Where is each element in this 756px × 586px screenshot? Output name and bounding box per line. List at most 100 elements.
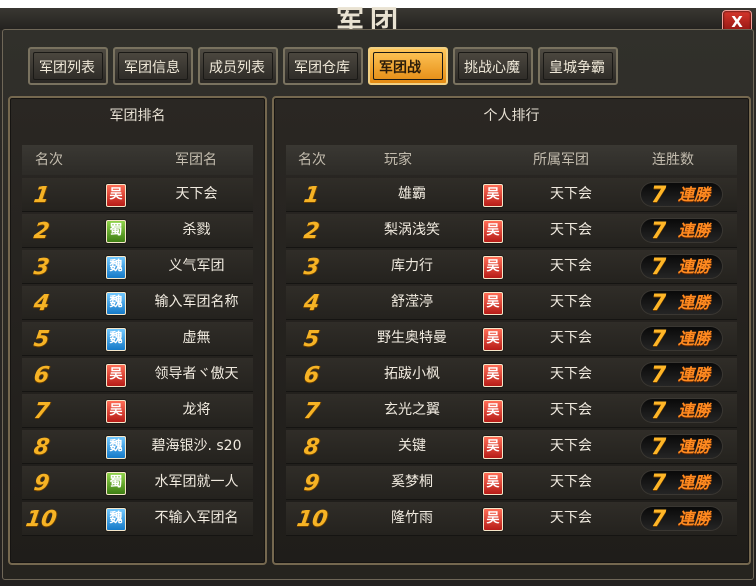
guild-ranking-row[interactable]: 3 魏 义气军团 [22,250,253,283]
personal-rank-number: 7 [302,399,321,424]
guild-name: 天下会 [175,186,218,202]
guild-name: 天下会 [550,474,592,490]
personal-ranking-header: 名次 玩家 所属军团 连胜数 [286,145,737,175]
guild-name: 天下会 [550,222,592,238]
guild-rank-number: 7 [32,399,51,424]
player-name: 梨涡浅笑 [384,222,440,238]
player-name: 玄光之翼 [384,402,440,418]
personal-ranking-row[interactable]: 2 梨涡浅笑 吴 天下会 7 連勝 [286,214,737,247]
faction-badge: 蜀 [106,220,126,243]
win-streak-label: 連勝 [678,329,711,348]
tab-guild-list[interactable]: 军团列表 [28,47,108,85]
faction-badge: 吴 [106,184,126,207]
faction-badge: 吴 [483,184,503,207]
win-streak-label: 連勝 [678,437,711,456]
guild-name: 天下会 [550,510,592,526]
guild-name: 领导者ヾ傲天 [154,366,239,382]
personal-ranking-row[interactable]: 8 关键 吴 天下会 7 連勝 [286,430,737,463]
guild-name: 不输入军团名 [154,510,239,526]
win-streak-label: 連勝 [678,185,711,204]
personal-ranking-title: 个人排行 [483,108,540,124]
faction-badge: 蜀 [106,472,126,495]
tab-challenge-demon[interactable]: 挑战心魔 [453,47,533,85]
personal-rank-number: 3 [302,255,321,280]
guild-name: 义气军团 [168,258,225,274]
faction-badge: 吴 [483,508,503,531]
guild-ranking-row[interactable]: 6 吴 领导者ヾ傲天 [22,358,253,391]
guild-ranking-row[interactable]: 2 蜀 杀戮 [22,214,253,247]
faction-badge: 吴 [483,328,503,351]
faction-badge: 吴 [483,292,503,315]
win-streak-label: 連勝 [678,473,711,492]
faction-badge: 吴 [483,220,503,243]
streak-column-header: 连胜数 [652,152,694,168]
faction-badge: 吴 [106,364,126,387]
guild-rank-number: 2 [32,219,51,244]
guild-ranking-row[interactable]: 8 魏 碧海银沙. s20 [22,430,253,463]
win-streak-count: 7 [651,291,667,316]
personal-ranking-row[interactable]: 7 玄光之翼 吴 天下会 7 連勝 [286,394,737,427]
guild-name: 天下会 [550,186,592,202]
guild-rank-number: 5 [32,327,51,352]
faction-badge: 魏 [106,436,126,459]
win-streak-count: 7 [651,399,667,424]
guild-name: 天下会 [550,330,592,346]
guild-name: 天下会 [550,402,592,418]
guild-rank-number: 3 [32,255,51,280]
guild-rank-column-header: 名次 [35,152,63,168]
personal-ranking-row[interactable]: 9 奚梦桐 吴 天下会 7 連勝 [286,466,737,499]
win-streak-count: 7 [651,435,667,460]
guild-rank-number: 4 [32,291,51,316]
guild-name: 龙将 [182,402,211,418]
guild-ranking-row[interactable]: 10 魏 不输入军团名 [22,502,253,535]
player-column-header: 玩家 [384,152,412,168]
guild-name: 天下会 [550,366,592,382]
tab-guild-war[interactable]: 军团战 [368,47,448,85]
faction-badge: 吴 [483,472,503,495]
personal-ranking-row[interactable]: 3 库力行 吴 天下会 7 連勝 [286,250,737,283]
player-name: 库力行 [391,258,433,274]
win-streak-label: 連勝 [678,257,711,276]
guild-name: 天下会 [550,294,592,310]
win-streak-count: 7 [651,507,667,532]
tab-imperial-contest[interactable]: 皇城争霸 [538,47,618,85]
faction-badge: 吴 [483,436,503,459]
personal-rank-number: 4 [302,291,321,316]
player-name: 雄霸 [398,186,426,202]
personal-ranking-row[interactable]: 10 隆竹雨 吴 天下会 7 連勝 [286,502,737,535]
personal-ranking-row[interactable]: 5 野生奥特曼 吴 天下会 7 連勝 [286,322,737,355]
guild-ranking-panel: 军团排名 名次 军团名 1 吴天下会 2 蜀杀戮 3 魏义气军团 4 魏输入军团名称 5 魏虚無 6… [8,96,267,565]
win-streak-label: 連勝 [678,293,711,312]
guild-name: 水军团就一人 [154,474,239,490]
guild-ranking-row[interactable]: 9 蜀 水军团就一人 [22,466,253,499]
guild-ranking-row[interactable]: 4 魏 输入军团名称 [22,286,253,319]
personal-rank-column-header: 名次 [298,152,326,168]
faction-badge: 吴 [483,400,503,423]
guild-rank-number: 9 [32,471,51,496]
win-streak-count: 7 [651,183,667,208]
guild-rank-number: 1 [32,183,51,208]
personal-ranking-row[interactable]: 4 舒滢渟 吴 天下会 7 連勝 [286,286,737,319]
win-streak-label: 連勝 [678,401,711,420]
guild-ranking-row[interactable]: 1 吴 天下会 [22,178,253,211]
guild-name: 杀戮 [182,222,211,238]
guild-rank-number: 10 [24,507,59,532]
tab-guild-info[interactable]: 军团信息 [113,47,193,85]
guild-name: 天下会 [550,258,592,274]
win-streak-count: 7 [651,471,667,496]
faction-badge: 魏 [106,292,126,315]
guild-name-column-header: 军团名 [175,152,217,168]
faction-badge: 吴 [106,400,126,423]
tab-guild-warehouse[interactable]: 军团仓库 [283,47,363,85]
faction-badge: 吴 [483,256,503,279]
tab-member-list[interactable]: 成员列表 [198,47,278,85]
personal-rank-number: 1 [302,183,321,208]
personal-ranking-row[interactable]: 6 拓跋小枫 吴 天下会 7 連勝 [286,358,737,391]
guild-ranking-row[interactable]: 7 吴 龙将 [22,394,253,427]
player-name: 野生奥特曼 [377,330,447,346]
guild-name: 天下会 [550,438,592,454]
personal-ranking-row[interactable]: 1 雄霸 吴 天下会 7 連勝 [286,178,737,211]
guild-ranking-row[interactable]: 5 魏 虚無 [22,322,253,355]
player-name: 关键 [398,438,426,454]
guild-rank-number: 8 [32,435,51,460]
